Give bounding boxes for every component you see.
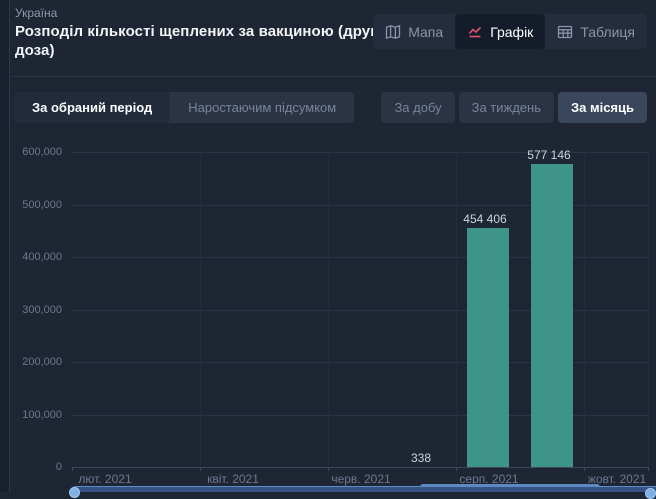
timeline-scrollbar[interactable]: [0, 482, 656, 492]
scrollbar-preview-bump: [420, 484, 600, 487]
bar[interactable]: [467, 228, 509, 467]
bar[interactable]: [531, 164, 573, 467]
bar-value-label: 454 406: [463, 212, 506, 226]
x-axis-tick: [200, 467, 201, 471]
x-axis-tick: [584, 467, 585, 471]
left-panel-edge: [0, 0, 10, 492]
x-axis-tick: [72, 467, 73, 471]
x-axis-tick: [328, 467, 329, 471]
gridline-vertical: [648, 152, 649, 467]
bar-value-label: 577 146: [527, 148, 570, 162]
scrollbar-right-grip[interactable]: [645, 488, 656, 499]
x-axis-tick: [648, 467, 649, 471]
dashboard: Україна Розподіл кількості щеплених за в…: [0, 0, 656, 492]
gridline-vertical: [328, 152, 329, 467]
bar-chart: 600,000500,000400,000300,000200,000100,0…: [0, 0, 656, 492]
x-axis-tick: [456, 467, 457, 471]
scrollbar-left-grip[interactable]: [69, 487, 80, 498]
gridline: [72, 467, 648, 468]
gridline-vertical: [200, 152, 201, 467]
gridline-vertical: [584, 152, 585, 467]
bar-value-label: 338: [411, 451, 431, 465]
gridline-vertical: [456, 152, 457, 467]
